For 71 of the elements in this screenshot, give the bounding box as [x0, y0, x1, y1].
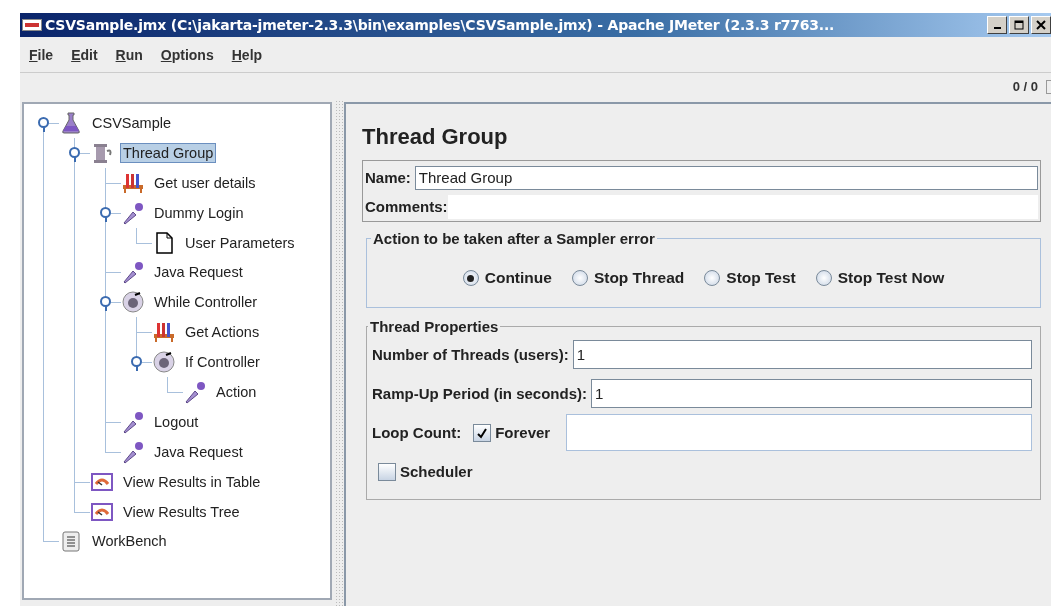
- tree-item[interactable]: User Parameters: [182, 232, 298, 253]
- expand-handle[interactable]: [131, 356, 142, 371]
- field-label: Comments:: [365, 198, 448, 215]
- menu-item[interactable]: Edit: [62, 46, 107, 63]
- tree-item[interactable]: While Controller: [151, 292, 261, 313]
- radio-icon[interactable]: [704, 270, 721, 286]
- tree-item[interactable]: Java Request: [151, 262, 246, 283]
- threads-field[interactable]: 1: [572, 340, 1032, 369]
- tree-item[interactable]: Action: [213, 381, 260, 402]
- expand-handle[interactable]: [100, 206, 111, 221]
- group-title: Action to be taken after a Sampler error: [372, 230, 656, 247]
- menu-item[interactable]: File: [20, 46, 63, 63]
- window-title: CSVSample.jmx (C:\jakarta-jmeter-2.3.3\bin\examples\CSVSample.jmx) - Apache JMeter (2.3.3 r7763...: [45, 17, 836, 33]
- field-label: Ramp-Up Period (in seconds):: [372, 385, 588, 402]
- tree-item[interactable]: Java Request: [151, 441, 246, 462]
- expand-handle[interactable]: [100, 296, 111, 311]
- radio-icon[interactable]: [815, 270, 832, 286]
- field-label: Number of Threads (users):: [372, 346, 569, 363]
- status-icon: [1046, 79, 1051, 94]
- dial-icon: [152, 350, 176, 375]
- checkbox[interactable]: [473, 423, 492, 442]
- field-label: Name:: [365, 169, 411, 186]
- loop-count-field[interactable]: [566, 414, 1032, 451]
- tree-item[interactable]: Get Actions: [182, 322, 263, 343]
- minimize-button[interactable]: [987, 16, 1007, 34]
- check-icon: [476, 426, 489, 439]
- tree-item[interactable]: WorkBench: [89, 531, 170, 552]
- dropper-icon: [183, 379, 207, 404]
- field-label: Loop Count:: [372, 424, 462, 441]
- tree-item[interactable]: View Results Tree: [120, 501, 243, 522]
- close-icon: [1036, 20, 1046, 30]
- tree-item[interactable]: Thread Group: [120, 142, 217, 163]
- close-button[interactable]: [1031, 16, 1051, 34]
- tree-item[interactable]: CSVSample: [89, 112, 174, 133]
- app-icon: [22, 19, 42, 31]
- minimize-icon: [993, 27, 1001, 29]
- group-title: Thread Properties: [369, 318, 500, 335]
- tree-item[interactable]: View Results in Table: [120, 471, 264, 492]
- tree-item[interactable]: Logout: [151, 411, 202, 432]
- clipboard-icon: [59, 529, 83, 554]
- radio-option[interactable]: Continue: [462, 269, 552, 287]
- splitter-handle[interactable]: [335, 100, 344, 606]
- radio-option[interactable]: Stop Thread: [571, 269, 685, 287]
- counter-text: 0 / 0: [1012, 79, 1038, 94]
- expand-handle[interactable]: [38, 117, 49, 131]
- dropper-icon: [121, 409, 145, 434]
- checkbox-label[interactable]: Forever: [495, 424, 551, 441]
- radio-option[interactable]: Stop Test Now: [815, 269, 945, 287]
- dial-icon: [121, 290, 145, 315]
- menu-item[interactable]: Options: [151, 46, 223, 63]
- menu-item[interactable]: Run: [106, 46, 152, 63]
- panel-title: Thread Group: [362, 124, 509, 150]
- dropper-icon: [121, 200, 145, 225]
- maximize-button[interactable]: [1009, 16, 1029, 34]
- menu-item[interactable]: Help: [222, 46, 272, 63]
- ramp-up-field[interactable]: 1: [591, 379, 1032, 408]
- tree-item[interactable]: Get user details: [151, 172, 259, 193]
- radio-icon[interactable]: [571, 270, 588, 286]
- dropper-icon: [121, 439, 145, 464]
- maximize-icon: [1014, 20, 1024, 30]
- dropper-icon: [121, 260, 145, 285]
- checkbox-label[interactable]: Scheduler: [400, 463, 473, 480]
- tree-item[interactable]: Dummy Login: [151, 202, 247, 223]
- name-field[interactable]: Thread Group: [414, 165, 1038, 190]
- checkbox[interactable]: [378, 462, 396, 481]
- radio-icon[interactable]: [462, 270, 479, 286]
- tree-item[interactable]: If Controller: [182, 352, 263, 373]
- test-tube-rack-icon: [152, 320, 176, 345]
- flask-icon: [59, 110, 83, 135]
- radio-option[interactable]: Stop Test: [704, 269, 796, 287]
- expand-handle[interactable]: [69, 146, 80, 161]
